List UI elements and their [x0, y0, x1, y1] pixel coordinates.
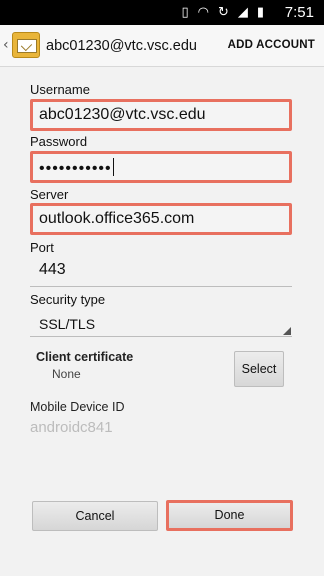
status-icons: ▯ ◠ ↻ ◢ ▮	[181, 4, 264, 21]
account-title: abc01230@vtc.vsc.edu	[46, 38, 197, 54]
password-value: •••••••••••	[39, 160, 112, 177]
battery-icon: ▮	[256, 5, 264, 20]
wifi-icon: ◠	[197, 5, 209, 20]
password-label: Password	[30, 134, 88, 149]
security-type-value: SSL/TLS	[39, 316, 96, 332]
status-time: 7:51	[284, 4, 314, 21]
status-bar: ▯ ◠ ↻ ◢ ▮ 7:51	[0, 0, 324, 25]
port-field[interactable]: 443	[30, 255, 292, 287]
done-button[interactable]: Done	[166, 500, 293, 531]
back-chevron-icon[interactable]: ‹	[3, 37, 9, 53]
server-field[interactable]: outlook.office365.com	[30, 203, 292, 235]
text-caret	[112, 158, 114, 176]
port-value: 443	[39, 261, 66, 278]
dropdown-arrow-icon	[283, 327, 291, 335]
mobile-device-id-value: androidc841	[30, 419, 113, 436]
vibrate-icon: ▯	[181, 5, 189, 20]
email-app-icon[interactable]	[12, 32, 40, 58]
password-field[interactable]: •••••••••••	[30, 151, 292, 183]
server-label: Server	[30, 187, 69, 202]
select-certificate-button[interactable]: Select	[234, 351, 284, 387]
security-type-select[interactable]: SSL/TLS	[30, 313, 292, 337]
action-bar: ‹ abc01230@vtc.vsc.edu ADD ACCOUNT	[0, 25, 324, 67]
sync-icon: ↻	[217, 5, 229, 20]
security-type-label: Security type	[30, 292, 106, 307]
port-label: Port	[30, 240, 54, 255]
mobile-device-id-label: Mobile Device ID	[30, 400, 125, 414]
signal-icon: ◢	[237, 5, 248, 20]
add-account-button[interactable]: ADD ACCOUNT	[228, 39, 315, 51]
username-label: Username	[30, 82, 90, 97]
username-value: abc01230@vtc.vsc.edu	[39, 106, 206, 123]
cancel-button[interactable]: Cancel	[32, 501, 158, 531]
client-certificate-value: None	[52, 367, 81, 381]
username-field[interactable]: abc01230@vtc.vsc.edu	[30, 99, 292, 131]
server-value: outlook.office365.com	[39, 210, 195, 227]
client-certificate-label: Client certificate	[36, 350, 134, 364]
password-value-wrap: •••••••••••	[39, 158, 114, 178]
